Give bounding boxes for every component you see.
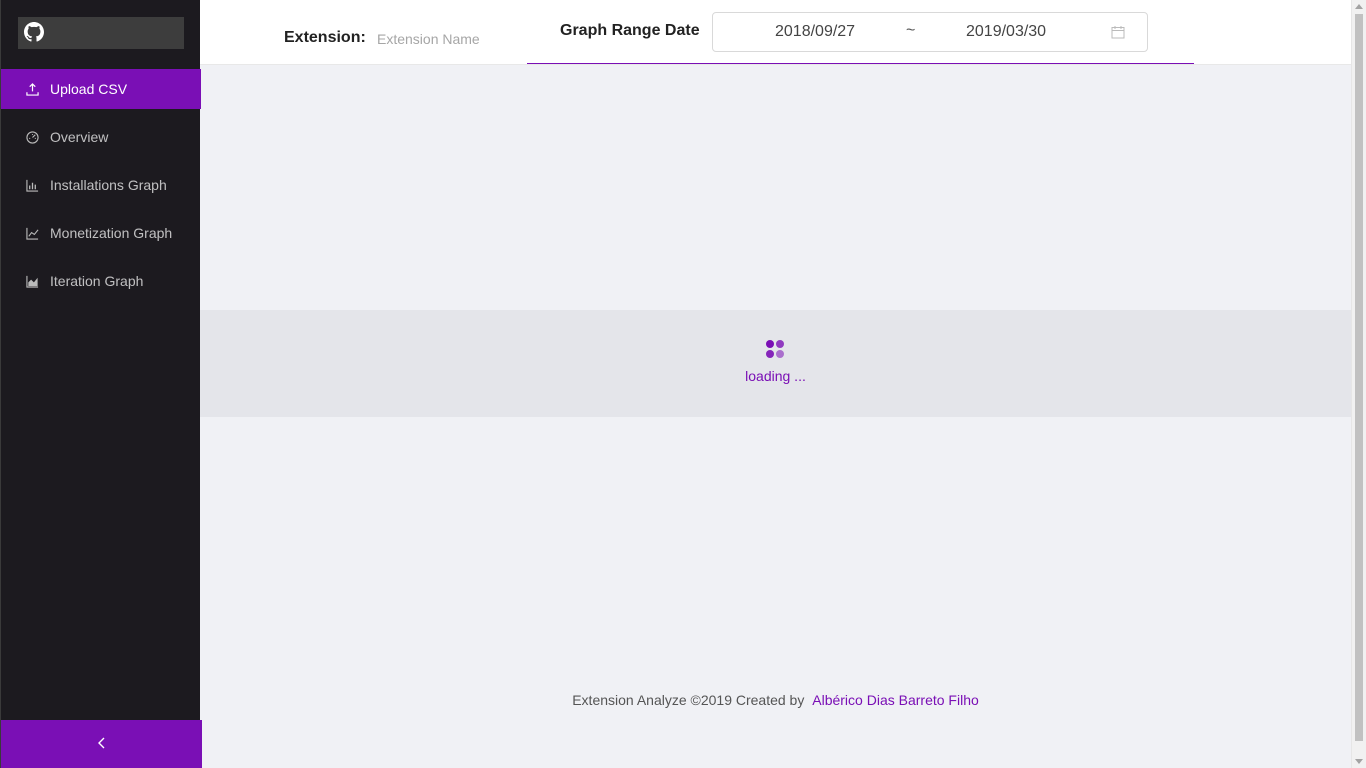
scroll-up-icon[interactable]: [1355, 4, 1363, 9]
extension-label: Extension:: [284, 29, 366, 46]
footer: Extension Analyze ©2019 Created by Albér…: [200, 692, 1351, 708]
chevron-left-icon: [97, 736, 107, 752]
sidebar-item-label: Overview: [50, 129, 109, 145]
sidebar-item-label: Iteration Graph: [50, 273, 144, 289]
sidebar: Upload CSV Overview Installations Graph …: [0, 0, 202, 768]
loading-spinner-icon: [766, 340, 786, 360]
line-chart-icon: [25, 226, 39, 240]
sidebar-item-upload-csv[interactable]: Upload CSV: [1, 69, 201, 109]
upload-icon: [25, 82, 39, 96]
bar-chart-icon: [25, 178, 39, 192]
sidebar-item-label: Installations Graph: [50, 177, 167, 193]
graph-range-label: Graph Range Date: [560, 22, 700, 39]
scroll-down-icon[interactable]: [1355, 759, 1363, 764]
page-scrollbar[interactable]: [1351, 0, 1366, 768]
area-chart-icon: [25, 274, 39, 288]
sidebar-item-iteration-graph[interactable]: Iteration Graph: [1, 261, 201, 301]
calendar-icon: [1111, 25, 1125, 42]
sidebar-item-overview[interactable]: Overview: [1, 117, 201, 157]
sidebar-item-label: Monetization Graph: [50, 225, 173, 241]
header-divider: [200, 64, 1351, 65]
author-link[interactable]: Albérico Dias Barreto Filho: [812, 692, 979, 708]
github-icon: [24, 21, 44, 45]
range-start-date[interactable]: 2018/09/27: [775, 23, 855, 41]
sidebar-item-installations-graph[interactable]: Installations Graph: [1, 165, 201, 205]
range-end-date[interactable]: 2019/03/30: [966, 23, 1046, 41]
header: Extension: Graph Range Date 2018/09/27 ~…: [200, 0, 1351, 65]
sidebar-menu: Upload CSV Overview Installations Graph …: [1, 69, 201, 309]
scroll-thumb[interactable]: [1355, 14, 1363, 741]
range-separator: ~: [906, 22, 916, 39]
dashboard-icon: [25, 130, 39, 144]
footer-text: Extension Analyze ©2019 Created by: [572, 692, 805, 708]
loading-panel: loading ...: [200, 310, 1351, 417]
sidebar-item-label: Upload CSV: [50, 81, 128, 97]
sidebar-item-monetization-graph[interactable]: Monetization Graph: [1, 213, 201, 253]
sidebar-collapse-button[interactable]: [1, 720, 202, 768]
loading-text: loading ...: [745, 368, 806, 384]
extension-name-input[interactable]: [370, 27, 520, 51]
logo-link[interactable]: [18, 17, 184, 49]
date-range-picker[interactable]: 2018/09/27 ~ 2019/03/30: [712, 12, 1148, 52]
